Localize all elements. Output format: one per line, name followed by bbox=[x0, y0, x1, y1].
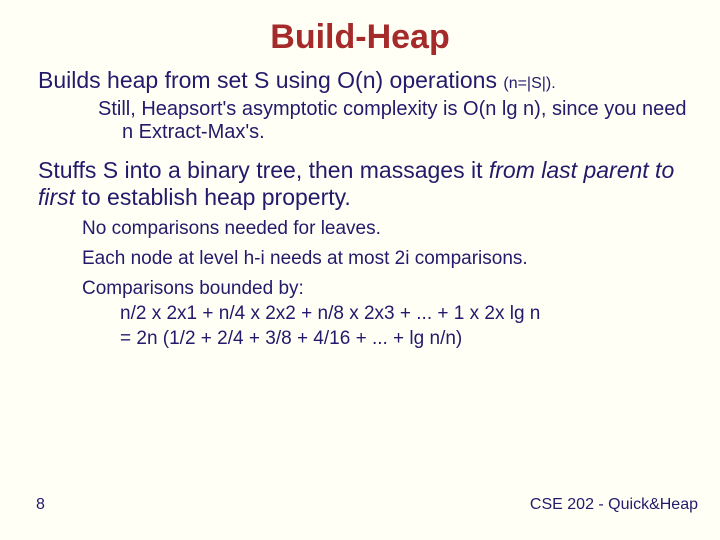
equation-2: = 2n (1/2 + 2/4 + 3/8 + 4/16 + ... + lg … bbox=[120, 327, 690, 352]
course-label: CSE 202 - Quick&Heap bbox=[530, 496, 698, 514]
page-number: 8 bbox=[36, 496, 45, 514]
bullet-level: Each node at level h-i needs at most 2i … bbox=[82, 247, 690, 271]
slide: Build-Heap Builds heap from set S using … bbox=[0, 0, 720, 540]
equation-1: n/2 x 2x1 + n/4 x 2x2 + n/8 x 2x3 + ... … bbox=[120, 302, 690, 327]
point-1-note: (n=|S|). bbox=[503, 75, 555, 92]
point-1: Builds heap from set S using O(n) operat… bbox=[38, 67, 690, 94]
point-2-pre: Stuffs S into a binary tree, then massag… bbox=[38, 157, 489, 183]
bullet-bound: Comparisons bounded by: bbox=[82, 277, 690, 301]
slide-title: Build-Heap bbox=[30, 18, 690, 57]
bullet-leaves: No comparisons needed for leaves. bbox=[82, 217, 690, 241]
point-1-main: Builds heap from set S using O(n) operat… bbox=[38, 67, 503, 93]
point-2-post: to establish heap property. bbox=[75, 184, 351, 210]
point-1-sub: Still, Heapsort's asymptotic complexity … bbox=[98, 98, 690, 143]
point-2: Stuffs S into a binary tree, then massag… bbox=[38, 157, 690, 211]
